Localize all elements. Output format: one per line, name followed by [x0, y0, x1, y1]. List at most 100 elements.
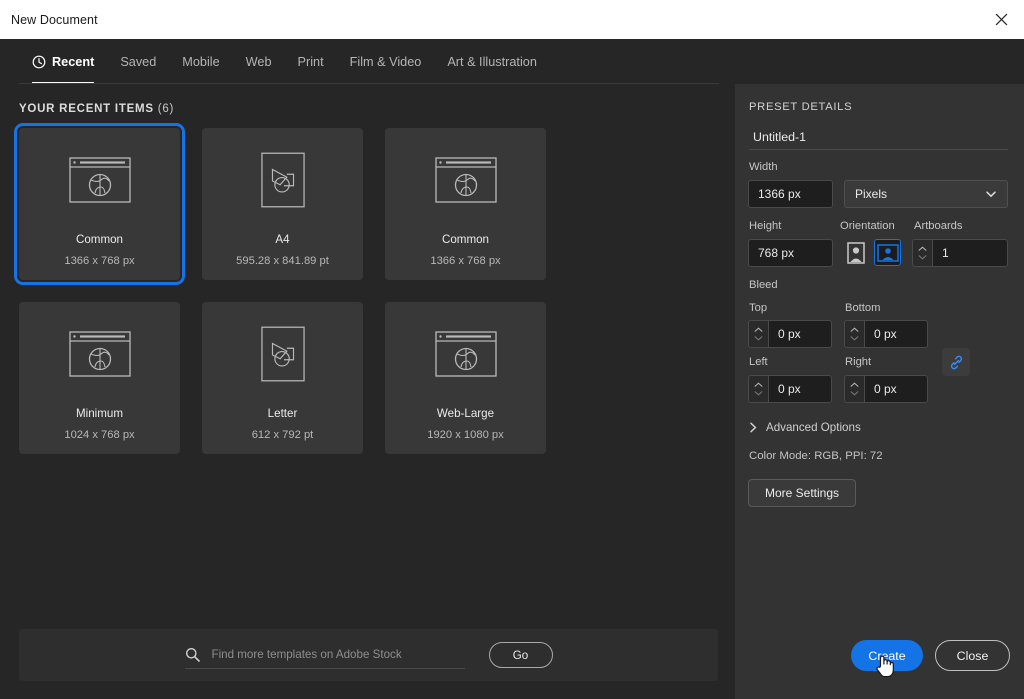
recent-item-size: 595.28 x 841.89 pt: [236, 254, 329, 267]
search-input[interactable]: [211, 648, 452, 661]
recent-item-title: Web-Large: [436, 407, 495, 420]
print-document-icon: [260, 302, 305, 406]
artboards-stepper[interactable]: [912, 239, 932, 267]
bleed-right-label: Right: [845, 356, 872, 368]
bleed-right-stepper[interactable]: [844, 375, 864, 403]
bleed-top-input[interactable]: [768, 320, 832, 348]
bleed-bottom-input[interactable]: [864, 320, 928, 348]
recent-item-title: Common: [441, 233, 490, 246]
recent-item-card[interactable]: Common 1366 x 768 px: [14, 123, 185, 285]
chevron-up-icon: [850, 382, 859, 387]
go-button[interactable]: Go: [488, 642, 553, 668]
chevron-down-icon: [850, 391, 859, 396]
recent-item-title: Letter: [267, 407, 298, 420]
recent-item-card[interactable]: Web-Large 1920 x 1080 px: [385, 302, 546, 454]
height-input[interactable]: [748, 239, 833, 267]
chevron-down-icon: [985, 188, 997, 200]
recent-item-card[interactable]: Minimum 1024 x 768 px: [19, 302, 180, 454]
tab-label: Saved: [120, 54, 157, 69]
recent-item-size: 1366 x 768 px: [64, 254, 135, 267]
color-mode-info: Color Mode: RGB, PPI: 72: [749, 450, 883, 462]
bleed-bottom-stepper[interactable]: [844, 320, 864, 348]
new-document-dialog: New Document Recent Saved Mobile Web Pri…: [0, 0, 1024, 699]
orientation-label: Orientation: [840, 220, 895, 232]
chevron-down-icon: [918, 255, 927, 260]
tab-print[interactable]: Print: [285, 39, 337, 84]
tab-label: Recent: [52, 54, 95, 69]
artboards-input[interactable]: [932, 239, 1008, 267]
units-value: Pixels: [855, 187, 888, 201]
chevron-up-icon: [754, 382, 763, 387]
chevron-down-icon: [754, 391, 763, 396]
landscape-orientation-icon[interactable]: [874, 239, 901, 266]
recent-items-pane: YOUR RECENT ITEMS (6) Common 1366 x 768 p: [0, 84, 735, 699]
browser-window-icon: [68, 302, 131, 406]
browser-window-icon: [434, 128, 497, 232]
tab-recent[interactable]: Recent: [19, 39, 107, 84]
recent-items-grid: Common 1366 x 768 px A4 595.28 x 841.89 …: [14, 123, 725, 454]
link-chain-icon[interactable]: [942, 348, 970, 376]
bleed-left-stepper[interactable]: [748, 375, 768, 403]
chevron-right-icon: [749, 422, 758, 433]
print-document-icon: [260, 128, 305, 232]
tab-mobile[interactable]: Mobile: [169, 39, 232, 84]
bleed-right-input[interactable]: [864, 375, 928, 403]
chevron-up-icon: [754, 327, 763, 332]
recent-item-card[interactable]: Common 1366 x 768 px: [385, 128, 546, 280]
chevron-up-icon: [918, 246, 927, 251]
bleed-bottom-label: Bottom: [845, 302, 881, 314]
bleed-top-label: Top: [749, 302, 768, 314]
portrait-orientation-icon[interactable]: [842, 239, 869, 266]
width-input[interactable]: [748, 180, 833, 208]
create-button[interactable]: Create: [851, 640, 923, 671]
document-name-input[interactable]: [749, 124, 1008, 150]
close-icon: [995, 13, 1007, 26]
stock-search-field-group[interactable]: [184, 642, 465, 669]
search-icon: [185, 647, 200, 662]
tab-label: Art & Illustration: [447, 54, 537, 69]
recent-item-card[interactable]: A4 595.28 x 841.89 pt: [202, 128, 363, 280]
adobe-stock-search-bar: Go: [19, 629, 718, 681]
tab-film-and-video[interactable]: Film & Video: [337, 39, 435, 84]
bleed-top-stepper[interactable]: [748, 320, 768, 348]
title-bar: New Document: [0, 0, 1024, 39]
close-window-button[interactable]: [978, 0, 1024, 39]
browser-window-icon: [68, 128, 131, 232]
tab-label: Film & Video: [349, 54, 422, 69]
height-label: Height: [749, 220, 782, 232]
tab-art-and-illustration[interactable]: Art & Illustration: [434, 39, 550, 84]
advanced-options-toggle[interactable]: Advanced Options: [749, 421, 861, 434]
preset-details-pane: PRESET DETAILS Width Pixels Height Orien…: [735, 84, 1024, 699]
recent-item-size: 1024 x 768 px: [64, 428, 135, 441]
artboards-label: Artboards: [914, 220, 963, 232]
recent-item-size: 1366 x 768 px: [430, 254, 501, 267]
units-dropdown[interactable]: Pixels: [844, 180, 1008, 208]
recent-item-size: 612 x 792 pt: [251, 428, 314, 441]
recent-items-count: (6): [157, 103, 175, 115]
tab-label: Print: [297, 54, 324, 69]
advanced-options-label: Advanced Options: [766, 421, 861, 434]
more-settings-button[interactable]: More Settings: [748, 479, 856, 507]
preset-details-heading: PRESET DETAILS: [749, 101, 853, 113]
chevron-up-icon: [850, 327, 859, 332]
bleed-left-input[interactable]: [768, 375, 832, 403]
recent-item-title: Common: [75, 233, 124, 246]
tab-web[interactable]: Web: [233, 39, 285, 84]
category-tabs: Recent Saved Mobile Web Print Film & Vid…: [0, 39, 1024, 84]
chevron-down-icon: [850, 336, 859, 341]
chevron-down-icon: [754, 336, 763, 341]
recent-items-heading: YOUR RECENT ITEMS (6): [19, 103, 174, 115]
close-button[interactable]: Close: [935, 640, 1010, 671]
recent-item-card[interactable]: Letter 612 x 792 pt: [202, 302, 363, 454]
bleed-left-label: Left: [749, 356, 768, 368]
width-label: Width: [749, 161, 778, 173]
recent-item-size: 1920 x 1080 px: [427, 428, 504, 441]
tab-saved[interactable]: Saved: [107, 39, 169, 84]
tab-label: Mobile: [182, 54, 220, 69]
browser-window-icon: [434, 302, 497, 406]
tab-label: Web: [245, 54, 272, 69]
clock-icon: [32, 55, 46, 69]
window-title: New Document: [11, 12, 98, 27]
bleed-label: Bleed: [749, 279, 778, 291]
recent-item-title: Minimum: [75, 407, 124, 420]
